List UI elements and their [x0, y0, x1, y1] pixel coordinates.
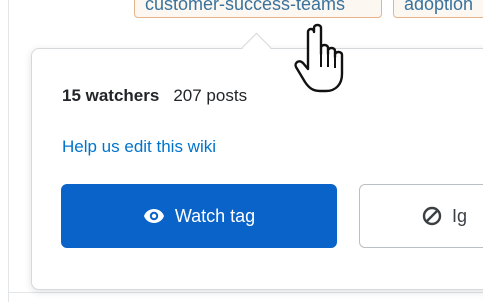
posts-count: 207 posts	[173, 86, 248, 105]
watchers-count: 15 watchers	[62, 86, 160, 105]
page-area: customer-success-teams adoption 15 watch…	[0, 0, 483, 302]
watch-tag-label: Watch tag	[174, 205, 256, 226]
page-left-border	[8, 0, 9, 302]
tag-stats: 15 watchers 207 posts	[62, 86, 247, 106]
tag-adoption[interactable]: adoption	[393, 0, 483, 18]
ban-icon	[422, 206, 442, 226]
watch-tag-button[interactable]: Watch tag	[61, 184, 337, 248]
tag-customer-success-teams[interactable]: customer-success-teams	[134, 0, 382, 18]
page-bottom-border	[8, 292, 483, 293]
tag-popover	[31, 48, 483, 290]
edit-wiki-link[interactable]: Help us edit this wiki	[62, 137, 216, 157]
ignore-tag-label: Ig	[452, 205, 468, 226]
hand-pointer-cursor	[290, 22, 352, 94]
eye-icon	[143, 208, 165, 224]
ignore-tag-button[interactable]: Ig	[359, 184, 483, 248]
